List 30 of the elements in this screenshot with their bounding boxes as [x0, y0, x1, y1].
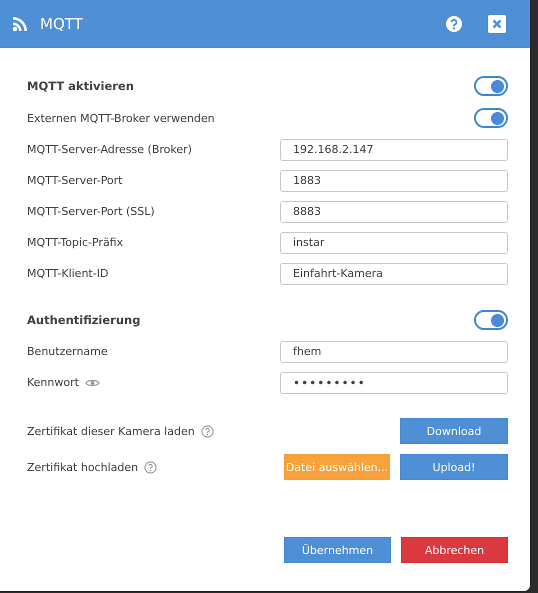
field-label: Benutzername — [27, 345, 108, 358]
input-field[interactable]: fhem — [280, 340, 508, 362]
field-label: MQTT aktivieren — [27, 79, 134, 93]
rss-icon — [12, 16, 28, 32]
input-field[interactable]: instar — [280, 232, 508, 254]
help-icon[interactable] — [144, 460, 158, 474]
password-field[interactable]: ••••••••• — [280, 372, 508, 394]
input-field[interactable]: Einfahrt-Kamera — [280, 262, 508, 284]
footer-button[interactable]: Abbrechen — [401, 537, 508, 563]
field-label: Zertifikat dieser Kamera laden — [27, 424, 195, 438]
close-icon[interactable] — [488, 15, 506, 33]
toggle-switch[interactable] — [474, 310, 508, 330]
toggle-switch[interactable] — [474, 108, 508, 128]
field-label: Externen MQTT-Broker verwenden — [27, 112, 215, 124]
field-label: Zertifikat hochladen — [27, 460, 138, 474]
field-label: MQTT-Klient-ID — [27, 267, 108, 280]
field-label: MQTT-Server-Adresse (Broker) — [27, 143, 192, 156]
field-label: MQTT-Server-Port — [27, 174, 122, 187]
field-label: MQTT-Topic-Präfix — [27, 236, 124, 249]
field-label: MQTT-Server-Port (SSL) — [27, 205, 155, 218]
help-icon[interactable] — [200, 424, 214, 438]
toggle-switch[interactable] — [474, 76, 508, 96]
input-field[interactable]: 192.168.2.147 — [280, 138, 508, 160]
window-title: MQTT — [40, 15, 83, 33]
field-label: Kennwort — [27, 376, 79, 389]
input-field[interactable]: 8883 — [280, 200, 508, 222]
eye-icon[interactable] — [84, 378, 100, 388]
input-field[interactable]: 1883 — [280, 170, 508, 192]
help-icon[interactable] — [446, 16, 462, 32]
field-label: Authentifizierung — [27, 313, 140, 327]
